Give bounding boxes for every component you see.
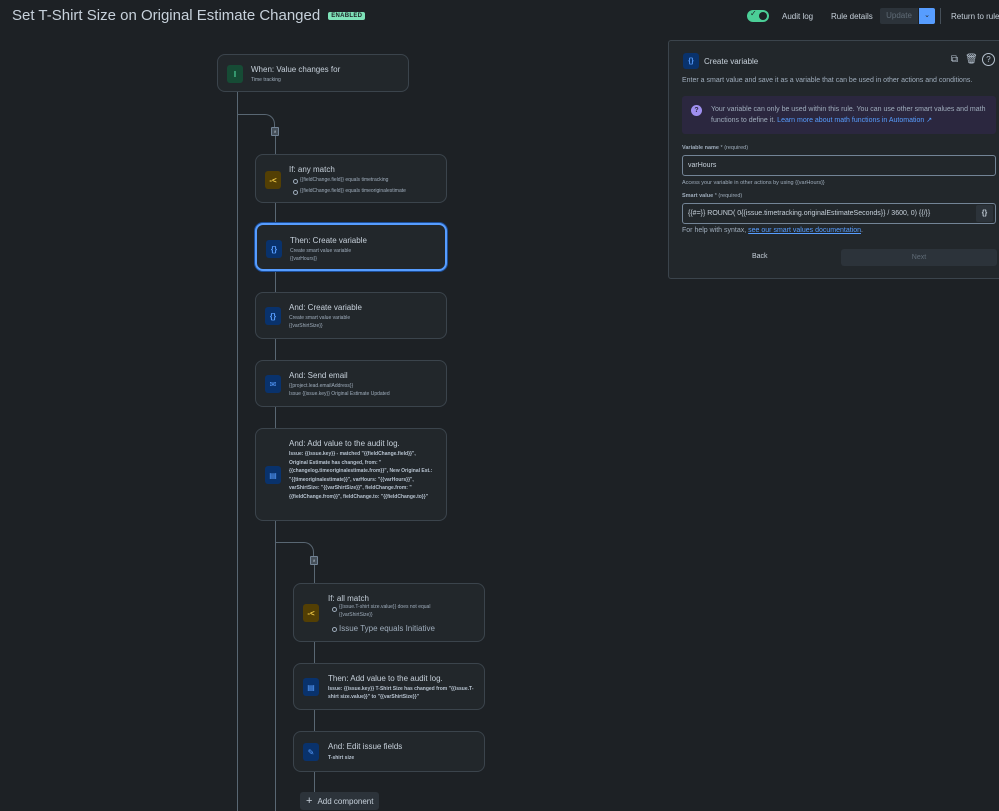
action-line2: {{varHours}} [290, 256, 317, 262]
curly-braces-icon: {} [266, 240, 282, 258]
check-icon: ✓ [750, 9, 757, 18]
page-title: Set T-Shirt Size on Original Estimate Ch… [12, 7, 366, 24]
value-change-icon: I [227, 65, 243, 83]
condition-item: Issue Type equals Initiative [331, 623, 435, 634]
pencil-icon: ✎ [303, 743, 319, 761]
rule-title: Set T-Shirt Size on Original Estimate Ch… [12, 7, 321, 24]
action-line2: {{varShirtSize}} [289, 323, 323, 329]
duplicate-icon[interactable]: ⧉ [948, 53, 961, 66]
back-button[interactable]: Back [752, 253, 768, 260]
branch-connector [237, 114, 275, 130]
action-title: Then: Create variable [290, 236, 367, 245]
status-badge: ENABLED [328, 11, 366, 20]
email-icon: ✉ [265, 375, 281, 393]
action-line1: {{project.lead.emailAddress}} [289, 383, 354, 389]
trash-icon[interactable]: 🗑 [965, 53, 978, 66]
condition-list-2: Issue Type equals Initiative [331, 623, 435, 634]
condition-title: If: all match [328, 594, 369, 603]
required-marker: * (required) [720, 145, 749, 151]
action-line1: Create smart value variable [289, 315, 351, 321]
rule-enabled-toggle[interactable]: ✓ [747, 9, 769, 22]
chevron-down-icon[interactable]: ⌄ [919, 8, 935, 24]
action-title: And: Create variable [289, 303, 362, 312]
question-icon: ? [691, 105, 702, 116]
required-marker: * (required) [714, 193, 743, 199]
variable-name-input[interactable]: varHours [682, 155, 996, 176]
curly-braces-icon: {} [265, 307, 281, 325]
smart-value-label: Smart value * (required) [682, 193, 742, 199]
smart-values-docs-link[interactable]: see our smart values documentation [748, 227, 861, 234]
action-body: T-shirt size [328, 755, 355, 761]
add-component-label: Add component [317, 796, 374, 806]
audit-log-icon: ▤ [265, 466, 281, 484]
smart-value-input[interactable]: {{#=}} ROUND( 0{{issue.timetracking.orig… [682, 203, 996, 224]
plus-icon: + [306, 795, 313, 807]
action-line2: Issue {{issue.key}} Original Estimate Up… [289, 391, 390, 397]
insert-smart-value-icon[interactable]: {} [976, 205, 993, 222]
branch-condition-icon: -< [265, 171, 281, 189]
help-icon[interactable]: ? [982, 53, 995, 66]
create-variable-card-varhours[interactable]: {} Then: Create variable Create smart va… [255, 223, 447, 271]
action-title: And: Send email [289, 371, 348, 380]
math-functions-link[interactable]: Learn more about math functions in Autom… [777, 117, 932, 124]
audit-log-button[interactable]: Audit log [782, 12, 813, 21]
syntax-help-end: . [861, 227, 863, 234]
branch-connector-2 [275, 542, 314, 558]
syntax-help: For help with syntax, see our smart valu… [682, 227, 863, 234]
action-title: And: Add value to the audit log. [289, 439, 400, 448]
audit-log-card[interactable]: ▤ And: Add value to the audit log. Issue… [255, 428, 447, 521]
send-email-card[interactable]: ✉ And: Send email {{project.lead.emailAd… [255, 360, 447, 407]
audit-log-body: Issue: {{issue.key}} - matched "{{fieldC… [289, 451, 433, 500]
condition-card-all-match[interactable]: -< If: all match {{issue.T-shirt size.va… [293, 583, 485, 642]
trigger-card[interactable]: I When: Value changes for Time tracking [217, 54, 409, 92]
rule-details-button[interactable]: Rule details [831, 12, 873, 21]
condition-list: {{fieldChange.field}} equals timetrackin… [292, 175, 406, 197]
action-title: Then: Add value to the audit log. [328, 674, 443, 683]
smart-value-label-text: Smart value [682, 193, 714, 199]
info-text: Your variable can only be used within th… [711, 104, 991, 126]
header-divider [940, 8, 941, 24]
panel-toolbar: ⧉ 🗑 ? [948, 53, 995, 66]
action-body: Issue: {{issue.key}} T-Shirt Size has ch… [328, 686, 474, 700]
info-message: ? Your variable can only be used within … [682, 96, 996, 134]
variable-name-help: Access your variable in other actions by… [682, 180, 825, 186]
syntax-help-text: For help with syntax, [682, 227, 747, 234]
action-title: And: Edit issue fields [328, 742, 403, 751]
condition-item: {{fieldChange.field}} equals timetrackin… [292, 175, 406, 186]
trigger-title: When: Value changes for [251, 65, 341, 74]
condition-title: If: any match [289, 165, 335, 174]
condition-card-any-match[interactable]: -< If: any match {{fieldChange.field}} e… [255, 154, 447, 203]
curly-braces-icon: {} [683, 53, 699, 69]
flow-main-line [237, 91, 238, 811]
variable-name-label-text: Variable name [682, 145, 719, 151]
create-variable-panel: {} Create variable ⧉ 🗑 ? Enter a smart v… [668, 40, 999, 279]
update-button[interactable]: Update [880, 8, 918, 24]
action-line1: Create smart value variable [290, 248, 352, 254]
create-variable-card-varshirtsize[interactable]: {} And: Create variable Create smart val… [255, 292, 447, 339]
toggle-knob [759, 12, 767, 20]
add-component-button[interactable]: + Add component [300, 792, 380, 810]
if-chip: if [271, 127, 279, 136]
next-button[interactable]: Next [841, 249, 997, 266]
condition-list: {{issue.T-shirt size.value}} does not eq… [331, 603, 451, 619]
return-to-rules-button[interactable]: Return to rules [951, 12, 999, 21]
condition-item: {{issue.T-shirt size.value}} does not eq… [331, 603, 451, 619]
trigger-subtitle: Time tracking [251, 77, 281, 83]
panel-title: Create variable [704, 57, 759, 66]
condition-item: {{fieldChange.field}} equals timeorigina… [292, 186, 406, 197]
edit-issue-fields-card[interactable]: ✎ And: Edit issue fields T-shirt size [293, 731, 485, 772]
if-chip-2: if [310, 556, 318, 565]
branch-condition-icon: -< [303, 604, 319, 622]
audit-log-card-2[interactable]: ▤ Then: Add value to the audit log. Issu… [293, 663, 485, 710]
variable-name-label: Variable name * (required) [682, 145, 748, 151]
panel-description: Enter a smart value and save it as a var… [682, 77, 973, 84]
audit-log-icon: ▤ [303, 678, 319, 696]
